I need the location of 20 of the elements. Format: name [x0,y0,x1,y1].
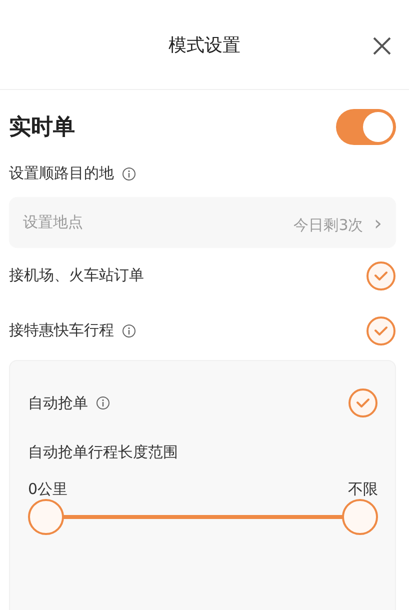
option-label: 接机场、火车站订单 [9,266,144,285]
close-icon[interactable] [372,36,392,56]
info-icon[interactable] [122,166,136,180]
min-label: 0公里 [28,480,68,499]
check-circle-icon[interactable] [366,316,396,346]
check-circle-icon[interactable] [366,260,396,290]
slider-handle[interactable] [28,499,64,535]
info-icon[interactable] [122,324,136,338]
dialog-title: 模式设置 [168,34,240,56]
check-circle-icon[interactable] [348,388,378,418]
option-label: 自动抢单 [28,394,88,412]
max-label: 不限 [348,480,378,499]
option-label: 接特惠快车行程 [9,321,114,340]
slider-handle[interactable] [342,499,378,535]
field-label: 设置顺路目的地 [9,164,114,183]
location-field[interactable]: 设置地点 今日剩3次 › [9,197,396,248]
toggle-switch[interactable] [336,109,396,145]
range-title: 自动抢单行程长度范围 [28,443,179,462]
info-icon[interactable] [96,396,110,410]
section-title: 实时单 [9,114,75,142]
